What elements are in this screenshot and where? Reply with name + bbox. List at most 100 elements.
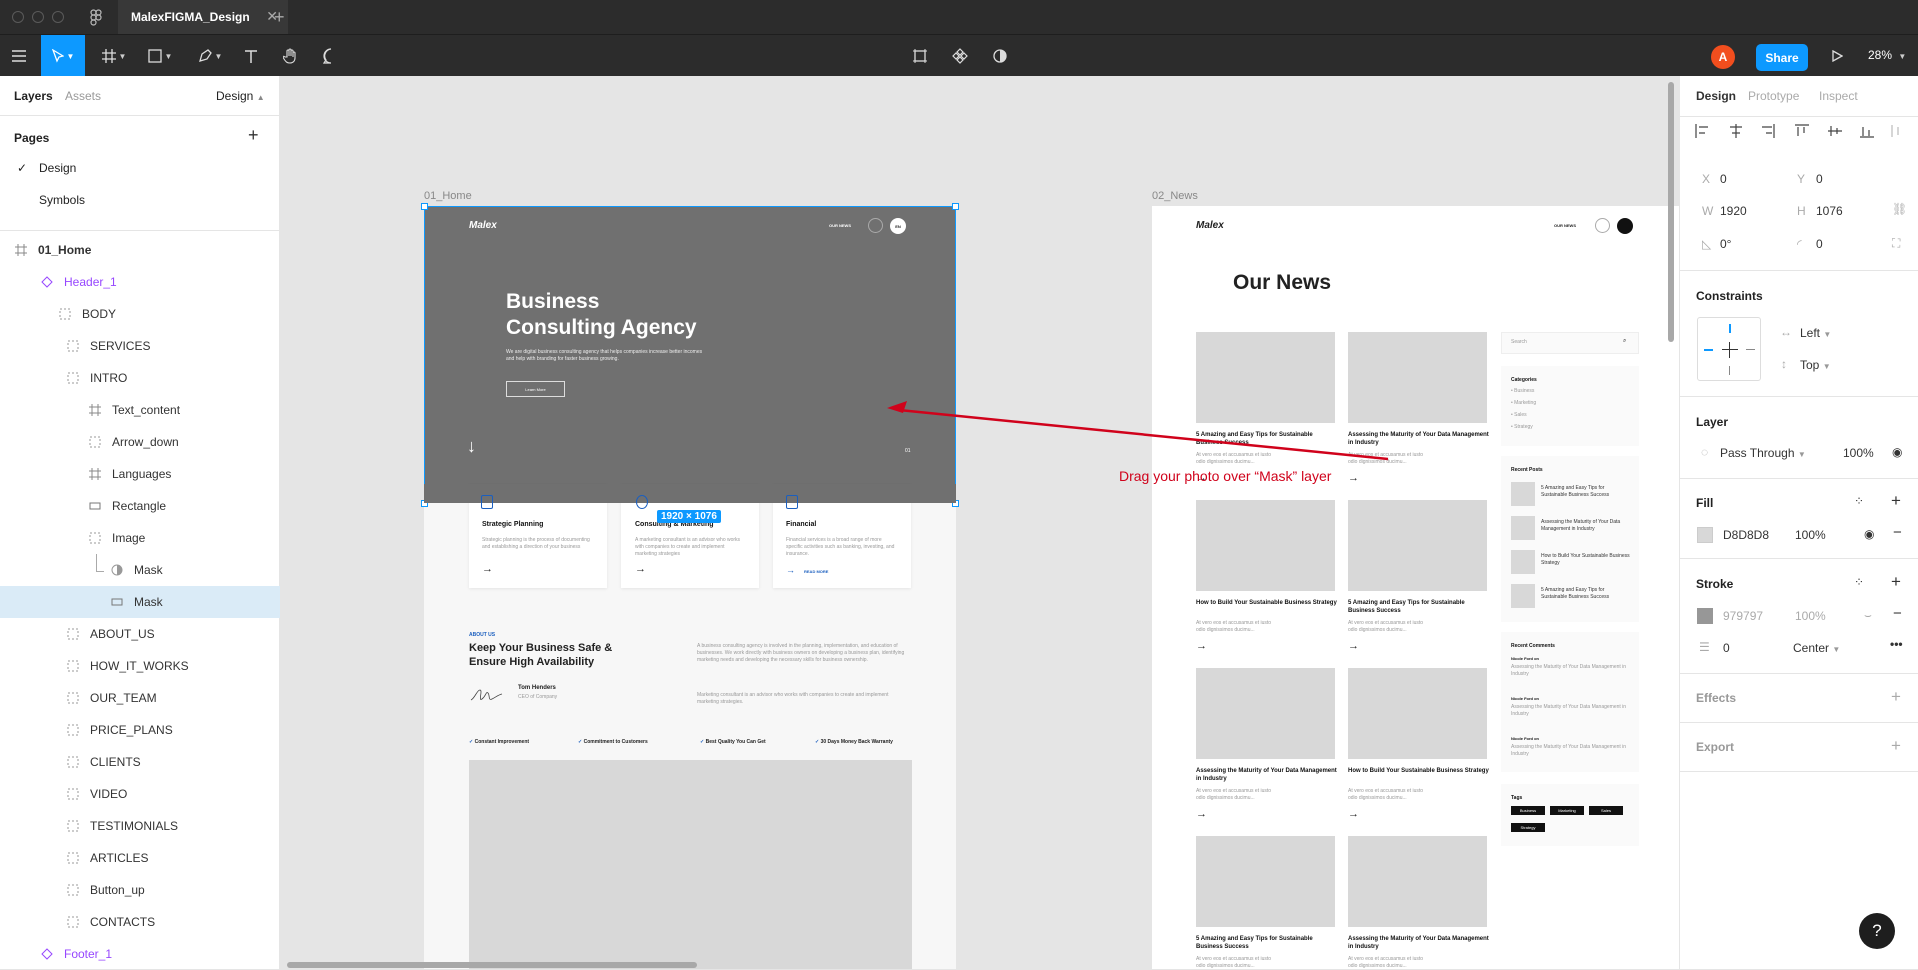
constraint-center[interactable]: [1722, 342, 1738, 358]
page-item-design[interactable]: Design: [39, 161, 76, 175]
layer-row-header-1[interactable]: Header_1: [0, 266, 280, 298]
figma-logo-icon[interactable]: [90, 9, 102, 26]
design-canvas[interactable]: 01_Home 02_News Malex OUR NEWS EN Busine…: [281, 76, 1679, 969]
vertical-constraint-select[interactable]: Top ▼: [1800, 358, 1831, 372]
page-dropdown[interactable]: Design ▲: [216, 89, 265, 103]
fill-opacity-input[interactable]: 100%: [1795, 528, 1826, 542]
layer-opacity-input[interactable]: 100%: [1843, 446, 1874, 460]
remove-stroke-icon[interactable]: −: [1893, 605, 1902, 622]
layer-row-our-team[interactable]: OUR_TEAM: [0, 682, 280, 714]
layer-row-body[interactable]: BODY: [0, 298, 280, 330]
layer-row-contacts[interactable]: CONTACTS: [0, 906, 280, 938]
layer-row-mask[interactable]: Mask: [0, 586, 280, 618]
component-icon[interactable]: [949, 35, 971, 77]
width-input[interactable]: 1920: [1720, 204, 1747, 218]
frame-tool-button[interactable]: ▼: [97, 35, 131, 77]
maximize-window-button[interactable]: [52, 11, 64, 23]
tab-prototype[interactable]: Prototype: [1748, 89, 1799, 103]
stroke-color-swatch[interactable]: [1697, 608, 1713, 624]
resize-handle-tr[interactable]: [952, 203, 959, 210]
layer-row-intro[interactable]: INTRO: [0, 362, 280, 394]
crop-frame-icon[interactable]: [909, 35, 931, 77]
user-avatar[interactable]: A: [1711, 45, 1735, 69]
fill-styles-icon[interactable]: ⁘: [1854, 494, 1864, 508]
layer-row-about-us[interactable]: ABOUT_US: [0, 618, 280, 650]
stroke-hex-input[interactable]: 979797: [1723, 609, 1763, 623]
layer-row-video[interactable]: VIDEO: [0, 778, 280, 810]
add-effect-icon[interactable]: +: [1891, 687, 1901, 707]
move-tool-button[interactable]: ▼: [41, 35, 85, 77]
add-export-icon[interactable]: +: [1891, 736, 1901, 756]
file-tab[interactable]: MalexFIGMA_Design ✕: [118, 0, 288, 34]
zoom-level[interactable]: 28% ▼: [1868, 48, 1906, 62]
layer-row-01-home[interactable]: 01_Home: [0, 234, 280, 266]
stroke-hidden-eye-icon[interactable]: ⌣: [1864, 608, 1872, 623]
layer-row-mask[interactable]: Mask: [0, 554, 280, 586]
pen-tool-button[interactable]: ▼: [193, 35, 227, 77]
page-item-symbols[interactable]: Symbols: [39, 193, 85, 207]
layer-row-services[interactable]: SERVICES: [0, 330, 280, 362]
add-page-icon[interactable]: +: [248, 125, 259, 146]
fill-visibility-eye-icon[interactable]: ◉: [1864, 527, 1874, 541]
blend-mode-select[interactable]: Pass Through ▼: [1720, 446, 1806, 460]
layer-row-image[interactable]: Image: [0, 522, 280, 554]
constraint-top-marker[interactable]: [1729, 324, 1731, 333]
layer-row-button-up[interactable]: Button_up: [0, 874, 280, 906]
constraints-widget[interactable]: [1697, 317, 1761, 381]
comment-tool-icon[interactable]: [320, 35, 342, 77]
rotation-input[interactable]: 0°: [1720, 237, 1731, 251]
layer-row-text-content[interactable]: Text_content: [0, 394, 280, 426]
y-input[interactable]: 0: [1816, 172, 1823, 186]
shape-tool-button[interactable]: ▼: [143, 35, 177, 77]
constrain-proportions-icon[interactable]: ⛓: [1892, 202, 1907, 216]
layer-row-arrow-down[interactable]: Arrow_down: [0, 426, 280, 458]
stroke-weight-input[interactable]: 0: [1723, 641, 1730, 655]
tab-inspect[interactable]: Inspect: [1819, 89, 1858, 103]
independent-corners-icon[interactable]: ⛶: [1892, 236, 1900, 251]
layer-row-clients[interactable]: CLIENTS: [0, 746, 280, 778]
horizontal-constraint-select[interactable]: Left ▼: [1800, 326, 1831, 340]
vertical-scrollbar[interactable]: [1668, 82, 1674, 342]
stroke-styles-icon[interactable]: ⁘: [1854, 575, 1864, 589]
tab-design[interactable]: Design: [1696, 89, 1736, 103]
help-button[interactable]: ?: [1859, 913, 1895, 949]
share-button[interactable]: Share: [1756, 44, 1808, 71]
hand-tool-icon[interactable]: [280, 35, 302, 77]
layer-row-articles[interactable]: ARTICLES: [0, 842, 280, 874]
horizontal-scrollbar[interactable]: [287, 962, 697, 968]
resize-handle-tl[interactable]: [421, 203, 428, 210]
frame-label-home[interactable]: 01_Home: [424, 190, 472, 202]
layer-visibility-eye-icon[interactable]: ◉: [1892, 445, 1902, 459]
minimize-window-button[interactable]: [32, 11, 44, 23]
frame-label-news[interactable]: 02_News: [1152, 190, 1198, 202]
layer-row-testimonials[interactable]: TESTIMONIALS: [0, 810, 280, 842]
fill-hex-input[interactable]: D8D8D8: [1723, 528, 1769, 542]
remove-fill-icon[interactable]: −: [1893, 524, 1902, 541]
x-input[interactable]: 0: [1720, 172, 1727, 186]
add-fill-icon[interactable]: +: [1891, 491, 1901, 511]
main-menu-icon[interactable]: [8, 35, 30, 77]
constraint-left-marker[interactable]: [1704, 349, 1713, 351]
alignment-icons[interactable]: [1694, 123, 1904, 139]
constraint-bottom-marker[interactable]: [1729, 366, 1730, 375]
tab-layers[interactable]: Layers: [14, 89, 53, 103]
constraint-right-marker[interactable]: [1746, 349, 1755, 350]
new-tab-button[interactable]: +: [274, 7, 285, 28]
tab-assets[interactable]: Assets: [65, 89, 101, 103]
close-window-button[interactable]: [12, 11, 24, 23]
text-tool-icon[interactable]: [241, 35, 261, 77]
height-input[interactable]: 1076: [1816, 204, 1843, 218]
layer-row-languages[interactable]: Languages: [0, 458, 280, 490]
layer-row-footer-1[interactable]: Footer_1: [0, 938, 280, 970]
stroke-align-select[interactable]: Center ▼: [1793, 641, 1840, 655]
more-options-icon[interactable]: •••: [1890, 637, 1903, 651]
present-play-icon[interactable]: [1826, 35, 1848, 77]
fill-color-swatch[interactable]: [1697, 527, 1713, 543]
contrast-mask-icon[interactable]: [989, 35, 1011, 77]
add-stroke-icon[interactable]: +: [1891, 572, 1901, 592]
corner-radius-input[interactable]: 0: [1816, 237, 1823, 251]
layer-row-rectangle[interactable]: Rectangle: [0, 490, 280, 522]
layer-row-price-plans[interactable]: PRICE_PLANS: [0, 714, 280, 746]
stroke-opacity-input[interactable]: 100%: [1795, 609, 1826, 623]
layer-row-how-it-works[interactable]: HOW_IT_WORKS: [0, 650, 280, 682]
